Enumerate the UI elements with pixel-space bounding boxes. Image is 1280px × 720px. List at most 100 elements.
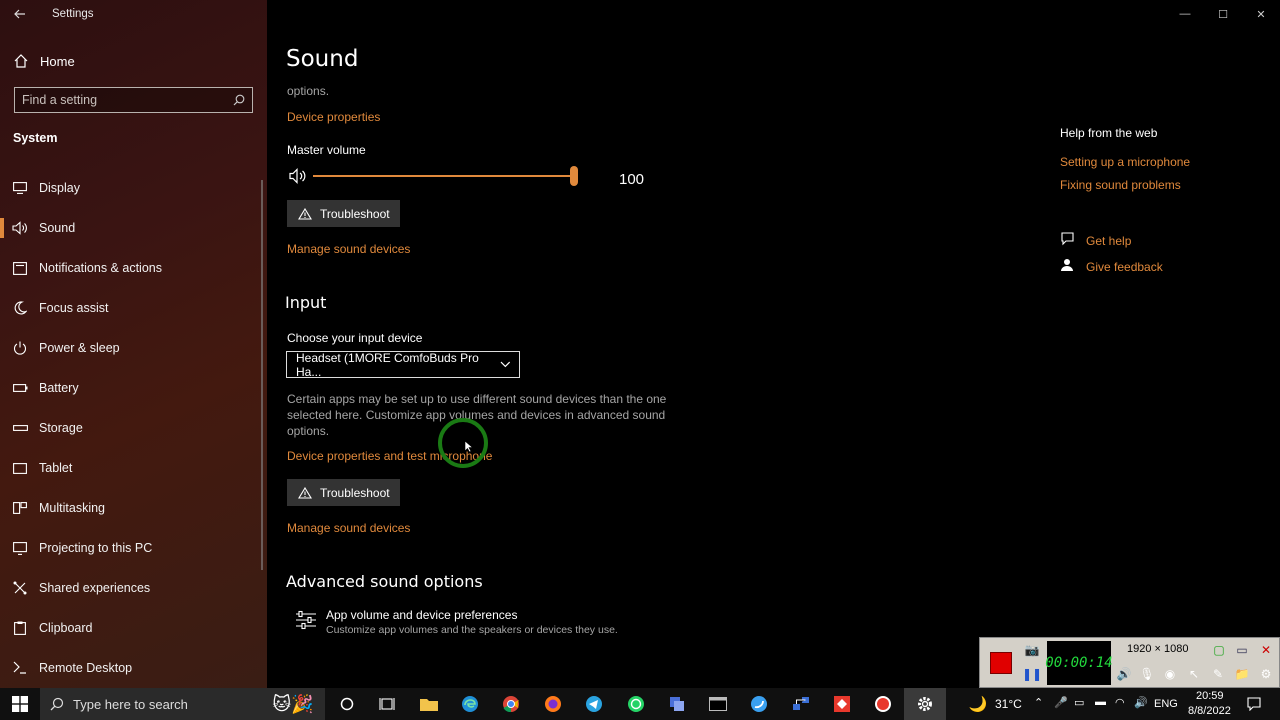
edge-icon[interactable] [460, 694, 480, 714]
network-app-icon[interactable] [791, 694, 811, 714]
troubleshoot-label: Troubleshoot [320, 485, 390, 500]
app-volume-title: App volume and device preferences [326, 608, 518, 622]
app-volume-preferences-item[interactable]: App volume and device preferences Custom… [295, 607, 695, 641]
help-heading: Help from the web [1060, 126, 1158, 140]
help-link-microphone[interactable]: Setting up a microphone [1060, 155, 1190, 169]
cursor-icon[interactable]: ↖ [1185, 665, 1203, 683]
input-manage-devices-link[interactable]: Manage sound devices [287, 521, 410, 535]
help-chat-icon [1061, 232, 1074, 246]
recording-resolution: 1920 × 1080 [1127, 643, 1189, 655]
pen-icon[interactable]: ✎ [1209, 665, 1227, 683]
cortana-icon[interactable] [337, 694, 357, 714]
minimize-icon[interactable]: ▭ [1233, 641, 1251, 659]
input-device-value: Headset (1MORE ComfoBuds Pro Ha... [296, 350, 479, 379]
language-indicator[interactable]: ENG [1154, 698, 1178, 710]
remote-icon [12, 660, 28, 676]
app-icon[interactable] [667, 694, 687, 714]
give-feedback-link[interactable]: Give feedback [1086, 260, 1163, 274]
output-troubleshoot-button[interactable]: Troubleshoot [287, 200, 400, 227]
troubleshoot-label: Troubleshoot [320, 206, 390, 221]
telegram-icon[interactable] [584, 694, 604, 714]
speaker-icon[interactable]: 🔊 [1115, 665, 1133, 683]
sidebar-item-power-sleep[interactable]: Power & sleep [0, 328, 262, 368]
volume-tray-icon[interactable]: 🔊 [1134, 696, 1148, 709]
settings-icon[interactable]: ⚙ [1257, 665, 1275, 683]
sidebar-scrollbar[interactable] [261, 180, 263, 570]
terminal-icon[interactable] [708, 694, 728, 714]
power-icon [12, 340, 28, 356]
search-highlight-icon[interactable]: 🐱🎉 [265, 694, 321, 714]
master-volume-slider-track[interactable] [313, 175, 575, 177]
recording-timer: 00:00:14 [1045, 641, 1113, 685]
output-device-properties-link[interactable]: Device properties [287, 110, 380, 124]
firefox-icon[interactable] [543, 694, 563, 714]
browser-app-icon[interactable] [749, 694, 769, 714]
webcam-icon[interactable]: ◉ [1161, 665, 1179, 683]
clock-date[interactable]: 8/8/2022 [1188, 705, 1231, 717]
sidebar-item-label: Multitasking [39, 501, 105, 515]
chrome-icon[interactable] [501, 694, 521, 714]
sidebar-item-multitasking[interactable]: Multitasking [0, 488, 262, 528]
sidebar-item-focus-assist[interactable]: Focus assist [0, 288, 262, 328]
wifi-tray-icon[interactable]: ◠ [1115, 696, 1125, 709]
sidebar-item-label: Power & sleep [39, 341, 120, 355]
back-button[interactable] [0, 0, 40, 28]
pause-icon[interactable]: ❚❚ [1022, 665, 1042, 683]
temperature[interactable]: 31°C [995, 697, 1022, 711]
settings-gear-icon[interactable] [915, 694, 935, 714]
screen-recorder-icon[interactable] [873, 694, 893, 714]
close-icon[interactable]: ✕ [1257, 641, 1275, 659]
folder-icon[interactable]: 📁 [1233, 665, 1251, 683]
app-volume-description: Customize app volumes and the speakers o… [326, 624, 618, 636]
advanced-heading: Advanced sound options [286, 572, 483, 591]
search-input[interactable] [22, 93, 222, 107]
nav-list: Display Sound Notifications & actions Fo… [0, 168, 262, 688]
sidebar-item-projecting[interactable]: Projecting to this PC [0, 528, 262, 568]
sidebar-item-notifications[interactable]: Notifications & actions [0, 248, 262, 288]
sidebar-item-battery[interactable]: Battery [0, 368, 262, 408]
master-volume-label: Master volume [287, 143, 366, 157]
sidebar-item-label: Projecting to this PC [39, 541, 153, 555]
home-link[interactable]: Home [0, 46, 267, 76]
sidebar-item-tablet[interactable]: Tablet [0, 448, 262, 488]
clock-time[interactable]: 20:59 [1196, 690, 1224, 702]
back-arrow-icon [14, 9, 25, 19]
sidebar-item-label: Focus assist [39, 301, 109, 315]
sidebar-item-sound[interactable]: Sound [0, 208, 262, 248]
record-stop-button[interactable] [990, 652, 1012, 674]
task-view-icon[interactable] [377, 694, 397, 714]
main-content: Sound options. Device properties Master … [267, 0, 1280, 688]
output-description-tail: options. [287, 84, 330, 98]
weather-moon-icon[interactable]: 🌙 [968, 694, 988, 714]
show-hidden-icons[interactable]: ⌃ [1034, 696, 1043, 709]
input-troubleshoot-button[interactable]: Troubleshoot [287, 479, 400, 506]
sidebar-item-display[interactable]: Display [0, 168, 262, 208]
whatsapp-icon[interactable] [626, 694, 646, 714]
volume-icon[interactable] [289, 168, 307, 184]
camera-icon[interactable]: 📷 [1023, 641, 1041, 659]
battery-tray-icon[interactable]: ▬ [1095, 696, 1106, 708]
master-volume-slider-thumb[interactable] [570, 166, 578, 186]
microphone-tray-icon[interactable]: 🎤 [1054, 696, 1068, 709]
start-button[interactable] [10, 694, 30, 714]
clipboard-icon [12, 620, 28, 636]
microphone-icon[interactable]: 🎙 [1138, 665, 1156, 683]
anydesk-icon[interactable] [832, 694, 852, 714]
volume-value: 100 [619, 171, 645, 188]
help-link-sound-problems[interactable]: Fixing sound problems [1060, 178, 1181, 192]
home-label: Home [40, 53, 75, 69]
file-explorer-icon[interactable] [419, 694, 439, 714]
input-device-dropdown[interactable]: Headset (1MORE ComfoBuds Pro Ha... [286, 350, 520, 379]
fullscreen-icon[interactable]: ▢ [1210, 641, 1228, 659]
notification-center-icon[interactable] [1244, 694, 1264, 714]
sidebar-item-clipboard[interactable]: Clipboard [0, 608, 262, 648]
settings-search[interactable] [14, 87, 253, 113]
network-tray-icon[interactable]: ▭ [1074, 696, 1084, 709]
storage-icon [12, 420, 28, 436]
sidebar-item-shared-experiences[interactable]: Shared experiences [0, 568, 262, 608]
warning-icon [298, 207, 312, 220]
output-manage-devices-link[interactable]: Manage sound devices [287, 242, 410, 256]
get-help-link[interactable]: Get help [1086, 234, 1131, 248]
sidebar-item-storage[interactable]: Storage [0, 408, 262, 448]
sidebar-item-remote-desktop[interactable]: Remote Desktop [0, 648, 262, 688]
